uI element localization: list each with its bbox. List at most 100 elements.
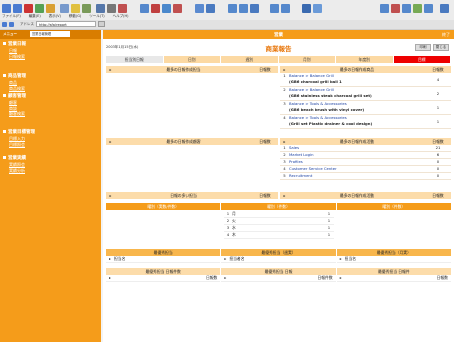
tab-0[interactable]: 担当別日報 [106,56,164,63]
history-icon[interactable] [82,4,91,13]
weekday-row: 3水 1 [224,225,334,232]
activity-count: 0 [436,159,440,164]
weekday-row: 2火 1 [224,218,334,225]
sidebar-top-label: メニュー [3,32,17,36]
activity-count: 21 [435,145,441,150]
product-line-2: (Grill set Plastic drainer & cool design… [289,120,373,126]
favorites-icon[interactable] [71,4,80,13]
back-icon[interactable] [2,4,11,13]
logout-link[interactable]: 終了 [442,32,450,38]
panel-header: ▸ 日報の多い担当 日報数 [106,192,278,199]
row-number: 4 [226,232,230,237]
sidebar-link[interactable]: 実績分析 [3,168,98,174]
bottom-head-1: 最優秀担当 [106,249,221,256]
panel-count-label: 日報数 [432,67,444,72]
address-bar: アドレス http://sfa/report [0,20,454,30]
browser-toolbar: ファイル(F) 編集(E) 表示(V) 移動(G) ツール(T) ヘルプ(H) [0,0,454,21]
product-row: 2 Balance > Balance Grill (GB6 stainless s… [280,87,451,101]
row-number: 2 [283,87,286,92]
tool-icon-16[interactable] [402,4,411,13]
tool-icon-17[interactable] [413,4,422,13]
sidebar-link[interactable]: 商品検索 [3,86,98,92]
report-tabs: 担当別日報 日別 週別 月別 年度別 目標 [106,56,451,63]
browser-window: ファイル(F) 編集(E) 表示(V) 移動(G) ツール(T) ヘルプ(H) アドレス … [0,0,454,342]
sidebar-link[interactable]: 顧客検索 [3,111,98,117]
close-button[interactable]: 閉じる [433,44,449,51]
row-number: 4 [283,166,286,171]
bottom-col-row-3: ▸ 担当名 [336,256,451,263]
nav-back-small-icon[interactable] [2,22,7,27]
panel-header: ▸ 最多の日報作成顧客 日報数 [106,138,278,145]
tool-icon-3[interactable] [162,4,171,13]
tool-icon-18[interactable] [424,4,433,13]
row-number: 4 [283,115,286,120]
product-count: 2 [436,91,440,96]
panel-title: 最多の日報作成活動 [339,193,375,198]
weekday-label: 月 [232,211,236,216]
search-icon[interactable] [60,4,69,13]
bottom-col2-row-2: ▸ 日報件数 [221,275,336,282]
tool-icon-4[interactable] [173,4,182,13]
weekday-row: 4木 1 [224,232,334,239]
activity-row: 4 Customer Service Center 0 [280,166,451,173]
activity-name[interactable]: Profiles [289,159,425,165]
sidebar-group-2: 顧客管理 顧客 商談 顧客検索 [3,94,98,117]
panel-title: 最多の日報作成商品 [339,67,375,72]
tool-icon-6[interactable] [206,4,215,13]
report-title: 商業報告 [265,45,292,53]
tool-icon-15[interactable] [391,4,400,13]
panel-title: 最多の日報作成顧客 [166,139,201,144]
print-button[interactable]: 印刷 [415,44,431,51]
address-input[interactable]: http://sfa/report [36,21,96,27]
nav-forward-small-icon[interactable] [9,22,14,27]
mail-icon[interactable] [96,4,105,13]
print-icon[interactable] [107,4,116,13]
tool-icon-19[interactable] [440,4,449,13]
tab-3[interactable]: 月別 [278,56,336,63]
sidebar-group-1: 商品管理 商品 商品検索 [3,74,98,91]
sidebar-link[interactable]: 目標照会 [3,142,98,148]
tab-1[interactable]: 日別 [163,56,221,63]
tool-icon-13[interactable] [313,4,322,13]
tool-icon-2[interactable] [151,4,160,13]
tool-icon-14[interactable] [380,4,389,13]
tab-2[interactable]: 週別 [221,56,279,63]
panel-chevron-icon: ▸ [283,193,286,198]
tool-icon-10[interactable] [270,4,279,13]
tool-icon-8[interactable] [239,4,248,13]
tool-icon-7[interactable] [228,4,237,13]
product-line-2: (GB6 beach brush with vinyl cover) [289,106,365,112]
activity-row: 5 Recruitment 0 [280,173,451,180]
tool-icon-1[interactable] [140,4,149,13]
header-bar: 営業 終了 [103,30,454,39]
tab-5[interactable]: 目標 [393,56,451,63]
activity-name[interactable]: Market Login [289,152,425,158]
bottom-col2-2: 日報件数 [317,275,333,280]
panel-chevron-icon: ▸ [109,139,112,144]
bottom-col-3: 担当名 [344,256,357,261]
sidebar-select[interactable]: 営業日報管理 [30,31,70,37]
forward-icon[interactable] [13,4,22,13]
home-icon[interactable] [46,4,55,13]
sidebar-link[interactable]: 日報検索 [3,54,98,60]
tool-icon-12[interactable] [302,4,311,13]
tool-icon-9[interactable] [250,4,259,13]
sidebar-group-0: 営業日報 日報 日報検索 [3,42,98,59]
activity-name[interactable]: Customer Service Center [289,166,425,172]
product-row: 4 Balance > Tools & Accessories (Grill set… [280,115,451,129]
refresh-icon[interactable] [35,4,44,13]
tab-4[interactable]: 年度別 [336,56,394,63]
product-count: 4 [436,77,440,82]
tool-icon-5[interactable] [195,4,204,13]
activity-name[interactable]: Sales [289,145,425,151]
tool-icon-11[interactable] [281,4,290,13]
grid-head-3: 曜別（件数） [336,203,451,210]
weekday-label: 木 [232,232,236,237]
row-number: 1 [226,211,230,216]
stop-icon[interactable] [24,4,33,13]
panel-rep-ranking: ▸ 日報の多い担当 日報数 [106,192,278,202]
activity-name[interactable]: Recruitment [289,173,425,179]
edit-icon[interactable] [118,4,127,13]
go-button[interactable] [98,21,105,27]
bottom-col-1: 担当名 [114,256,126,261]
